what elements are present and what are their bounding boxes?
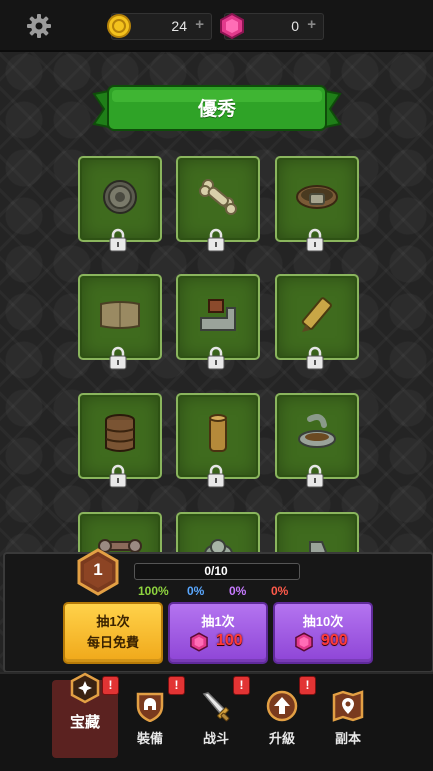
padlock-icon [207,464,225,488]
stone-tooth-icon [309,541,328,552]
treasure-icon [70,672,100,704]
rarity-title: 優秀 [197,99,236,120]
whetstone-icon [301,297,332,332]
barrel-icon [105,414,135,452]
draw-one-price: 100 [216,632,243,649]
padlock-icon [109,346,127,370]
draw-ten-label: 抽10次 [302,614,344,629]
nav-item-upgrade[interactable]: 升級 [249,690,315,750]
nav-item-dungeon[interactable]: 副本 [315,690,381,750]
treasure-grid: 優秀 [0,0,433,552]
item-slot[interactable] [275,512,359,552]
nav-label-battle: 战斗 [202,731,229,746]
nav-label-upgrade: 升級 [268,731,295,746]
pink-gem-icon [190,632,208,652]
boot-icon [200,299,236,331]
draw-one-label: 抽1次 [201,614,235,629]
draw-one-button[interactable]: 抽1次 100 [168,602,268,664]
draw-ten-button[interactable]: 抽10次 900 [273,602,373,664]
padlock-icon [306,228,324,252]
belt-icon [296,185,338,209]
padlock-icon [109,228,127,252]
nav-item-battle[interactable]: 战斗 [183,690,249,750]
stone-pile-icon [204,539,233,552]
padlock-icon [306,464,324,488]
free-draw-sublabel: 每日免費 [86,635,139,650]
alert-badge: ! [299,676,316,695]
alert-badge: ! [233,676,250,695]
nav-label-equipment: 裝備 [136,731,163,746]
helmet-shield-icon [136,692,164,722]
free-draw-label: 抽1次 [96,614,130,629]
pink-gem-icon [295,632,313,652]
leather-scroll-icon [100,301,140,329]
draw-ten-price: 900 [321,632,348,649]
rate-common: 100% [138,584,169,598]
rate-epic: 0% [229,584,247,598]
nav-label-dungeon: 副本 [334,731,361,746]
padlock-icon [207,228,225,252]
stone-bowl-icon [298,414,336,448]
map-pin-icon [332,690,364,722]
sword-icon [202,692,230,722]
summon-level: 1 [93,560,103,579]
item-slot[interactable] [176,512,260,552]
progress-text: 0/10 [204,564,228,578]
padlock-icon [109,464,127,488]
padlock-icon [306,346,324,370]
rate-legendary: 0% [271,584,289,598]
free-draw-button[interactable]: 抽1次 每日免費 [63,602,163,664]
item-slot[interactable] [78,512,162,552]
bone-icon [199,179,237,215]
nav-label-treasure: 宝藏 [69,714,100,731]
padlock-icon [207,346,225,370]
upgrade-arrow-icon [266,690,298,722]
round-shield-icon [103,180,137,214]
nav-item-equipment[interactable]: 裝備 [117,690,183,750]
wooden-log-icon [209,414,227,452]
rate-rare: 0% [187,584,205,598]
